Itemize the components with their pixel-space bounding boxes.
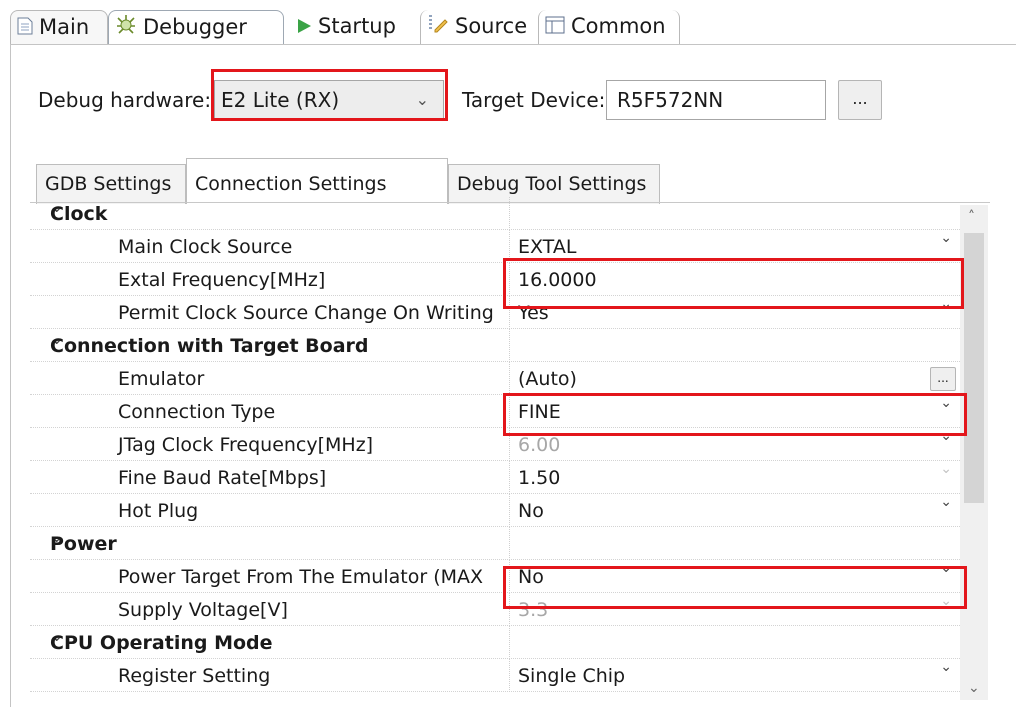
highlight-debug-hardware xyxy=(211,69,448,121)
highlight-extal-frequency xyxy=(503,258,964,309)
table-icon xyxy=(545,11,565,43)
target-device-input[interactable]: R5F572NN xyxy=(606,80,826,120)
target-device-label: Target Device: xyxy=(462,88,606,112)
document-icon xyxy=(17,12,33,44)
tab-startup[interactable]: Startup xyxy=(290,10,420,44)
property-fine-baud-rate[interactable]: Fine Baud Rate[Mbps] 1.50 ⌄ xyxy=(30,461,960,494)
property-register-setting[interactable]: Register Setting Single Chip ⌄ xyxy=(30,659,960,692)
chevron-down-icon[interactable]: ⌄ xyxy=(940,461,952,477)
property-emulator[interactable]: Emulator (Auto) ... xyxy=(30,362,960,395)
chevron-down-icon[interactable]: ⌄ xyxy=(940,659,952,675)
play-icon xyxy=(296,11,312,43)
tab-common[interactable]: Common xyxy=(538,10,680,44)
chevron-down-icon[interactable]: ⌄ xyxy=(940,494,952,510)
vertical-scrollbar[interactable]: ˄ ⌄ xyxy=(960,205,988,700)
tab-main[interactable]: Main xyxy=(10,10,108,44)
emulator-browse-button[interactable]: ... xyxy=(930,367,956,391)
source-icon xyxy=(427,11,449,43)
property-hot-plug[interactable]: Hot Plug No ⌄ xyxy=(30,494,960,527)
category-cpu-mode[interactable]: ⌄ CPU Operating Mode xyxy=(30,626,960,659)
launch-config-tabs: Main Debugger Startup Source Common xyxy=(10,8,1016,46)
category-power[interactable]: ⌄ Power xyxy=(30,527,960,560)
debug-hardware-label: Debug hardware: xyxy=(38,88,212,112)
scroll-down-icon[interactable]: ⌄ xyxy=(968,680,980,696)
category-connection[interactable]: ⌄ Connection with Target Board xyxy=(30,329,960,362)
highlight-connection-type xyxy=(503,393,967,436)
scroll-up-icon[interactable]: ˄ xyxy=(968,209,975,225)
category-clock[interactable]: ⌄ Clock xyxy=(30,197,960,230)
tab-source[interactable]: Source xyxy=(420,10,538,44)
scrollbar-thumb[interactable] xyxy=(964,233,984,503)
tab-debugger[interactable]: Debugger xyxy=(108,10,284,44)
bug-icon xyxy=(115,12,137,44)
highlight-power-target xyxy=(503,566,967,609)
target-device-browse-button[interactable]: ... xyxy=(838,80,882,120)
chevron-down-icon[interactable]: ⌄ xyxy=(940,230,952,246)
